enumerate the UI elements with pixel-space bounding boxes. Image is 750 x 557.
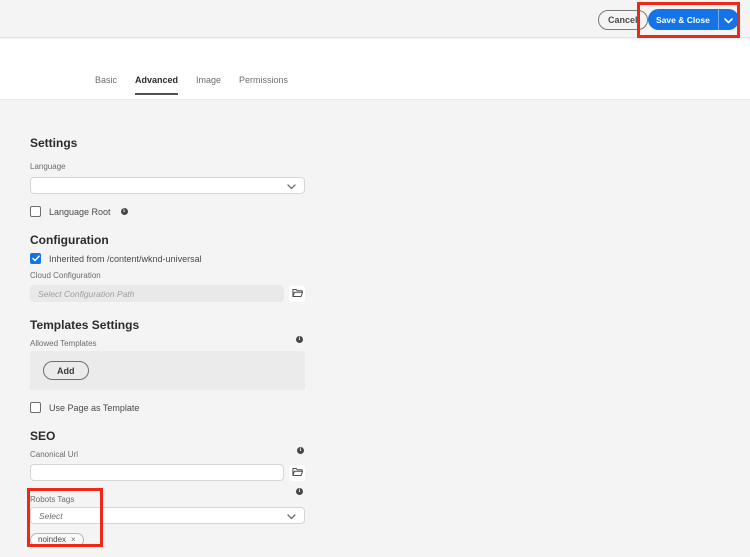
tab-permissions[interactable]: Permissions: [239, 75, 288, 95]
robots-tags-select-value: Select: [39, 510, 63, 521]
page-properties-dialog: Cancel Save & Close Basic Advanced Image…: [0, 0, 750, 557]
robots-tags-list: noindex: [30, 529, 305, 547]
chevron-down-icon: [287, 507, 296, 525]
language-root-checkbox-row[interactable]: Language Root: [30, 206, 305, 217]
info-icon[interactable]: [120, 208, 128, 215]
language-root-label: Language Root: [49, 206, 111, 217]
language-select[interactable]: [30, 177, 305, 194]
canonical-url-browse-button[interactable]: [289, 464, 305, 481]
tab-bar: Basic Advanced Image Permissions: [0, 39, 750, 100]
tab-advanced[interactable]: Advanced: [135, 75, 179, 95]
save-close-dropdown-button[interactable]: [718, 9, 739, 30]
cloud-configuration-row: [30, 285, 305, 302]
templates-settings-section-title: Templates Settings: [30, 318, 140, 332]
canonical-url-label: Canonical Url: [30, 450, 79, 459]
remove-tag-icon[interactable]: [71, 536, 76, 544]
cloud-configuration-input[interactable]: [30, 285, 284, 302]
folder-icon: [291, 465, 303, 480]
inherited-checkbox[interactable]: [30, 253, 41, 264]
configuration-section-title: Configuration: [30, 233, 109, 247]
chevron-down-icon: [287, 177, 296, 195]
add-template-button[interactable]: Add: [43, 361, 89, 380]
robots-tag-label: noindex: [38, 535, 67, 544]
allowed-templates-label: Allowed Templates: [30, 339, 97, 348]
robots-tags-select[interactable]: Select: [30, 507, 305, 524]
language-label: Language: [30, 162, 66, 171]
chevron-down-icon: [724, 12, 734, 27]
canonical-url-row: [30, 464, 305, 481]
advanced-tab-content: Settings Language Language Root Configur…: [30, 100, 305, 547]
cloud-configuration-label: Cloud Configuration: [30, 271, 101, 280]
inherited-label: Inherited from /content/wknd-universal: [49, 253, 202, 264]
robots-tags-label: Robots Tags: [30, 495, 75, 504]
allowed-templates-box: Add: [30, 351, 305, 390]
save-close-split-button: Save & Close: [648, 9, 739, 30]
tab-image[interactable]: Image: [196, 75, 221, 95]
cloud-configuration-browse-button[interactable]: [289, 285, 305, 302]
seo-section-title: SEO: [30, 429, 56, 443]
language-root-checkbox[interactable]: [30, 206, 41, 217]
tab-basic[interactable]: Basic: [95, 75, 117, 95]
info-icon[interactable]: [296, 488, 303, 495]
save-close-button[interactable]: Save & Close: [648, 9, 719, 30]
use-page-as-template-label: Use Page as Template: [49, 402, 140, 413]
use-page-as-template-checkbox[interactable]: [30, 402, 41, 413]
use-page-as-template-checkbox-row[interactable]: Use Page as Template: [30, 402, 305, 413]
info-icon[interactable]: [296, 336, 303, 343]
inherited-checkbox-row[interactable]: Inherited from /content/wknd-universal: [30, 253, 305, 264]
cancel-button[interactable]: Cancel: [598, 10, 648, 30]
settings-section-title: Settings: [30, 136, 78, 150]
canonical-url-input[interactable]: [30, 464, 284, 481]
folder-icon: [291, 286, 303, 301]
dialog-header: Cancel Save & Close: [0, 0, 750, 38]
info-icon[interactable]: [297, 447, 304, 454]
robots-tag-noindex: noindex: [30, 532, 84, 547]
